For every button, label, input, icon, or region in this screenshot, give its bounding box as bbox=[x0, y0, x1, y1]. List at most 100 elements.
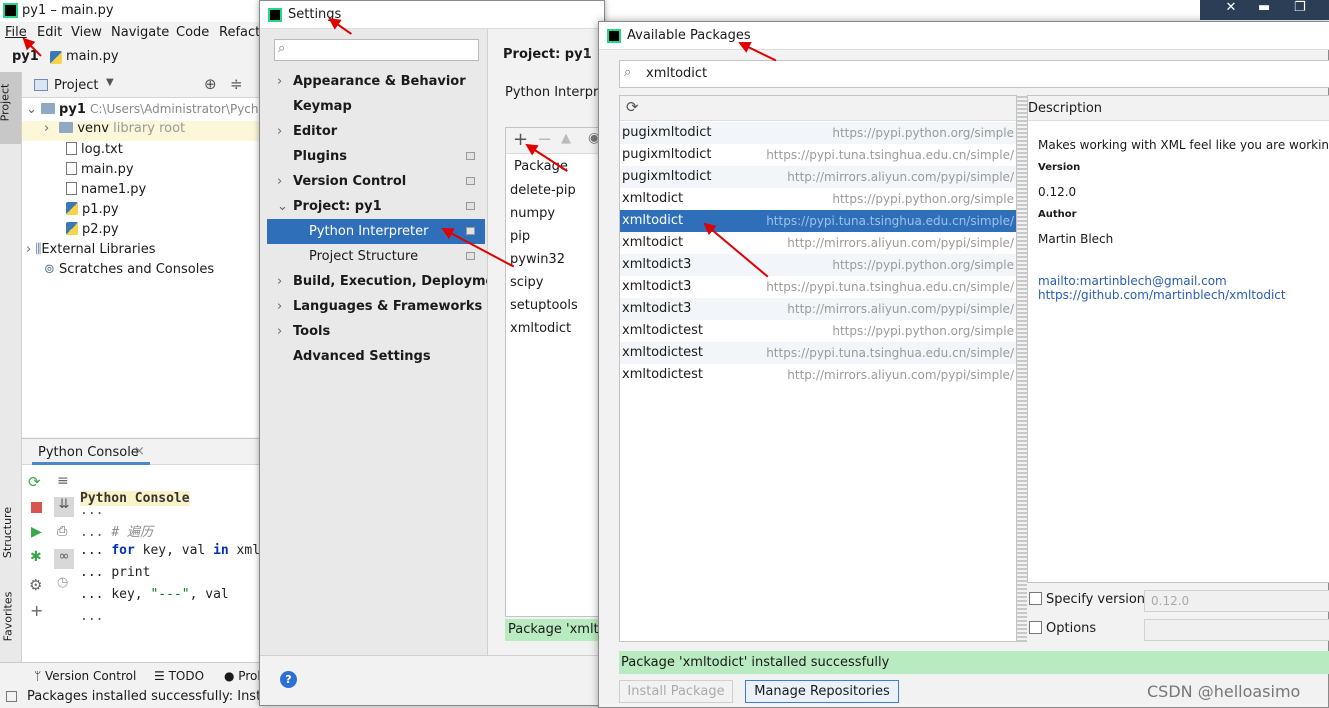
settings-item-project-structure[interactable]: Project Structure bbox=[267, 244, 485, 269]
specify-version-checkbox[interactable]: Specify version bbox=[1029, 592, 1145, 607]
history-icon[interactable]: ◷ bbox=[57, 575, 68, 590]
tree-root[interactable]: ⌄ py1 C:\Users\Administrator\Pycha bbox=[26, 102, 270, 122]
package-row[interactable]: xmltodict http://mirrors.aliyun.com/pypi/… bbox=[620, 232, 1016, 254]
menu-edit[interactable]: Edit bbox=[37, 25, 62, 40]
package-row[interactable]: xmltodict3 https://pypi.python.org/simple bbox=[620, 254, 1016, 276]
menu-code[interactable]: Code bbox=[176, 25, 209, 40]
help-icon[interactable]: ? bbox=[280, 671, 297, 688]
python-file-icon bbox=[66, 222, 78, 235]
homepage-link[interactable]: https://github.com/martinblech/xmltodict bbox=[1038, 288, 1286, 302]
package-description: Description Makes working with XML feel … bbox=[1027, 95, 1329, 583]
stop-icon[interactable] bbox=[31, 502, 42, 513]
email-link[interactable]: mailto:martinblech@gmail.com bbox=[1038, 274, 1227, 288]
scroll-end-icon[interactable]: ⇊ bbox=[54, 497, 74, 517]
content-heading: Project: py1 bbox=[503, 47, 592, 62]
add-icon[interactable]: + bbox=[30, 601, 43, 620]
close-icon[interactable]: × bbox=[134, 444, 145, 459]
locate-icon[interactable]: ⊕ bbox=[204, 75, 217, 93]
installed-package-row[interactable]: delete-pip bbox=[510, 183, 576, 198]
options-checkbox[interactable]: Options bbox=[1029, 621, 1096, 636]
installed-package-row[interactable]: pywin32 bbox=[510, 252, 565, 267]
installed-package-row[interactable]: setuptools bbox=[510, 298, 578, 313]
package-repository: https://pypi.tuna.tsinghua.edu.cn/simple… bbox=[766, 214, 1014, 228]
tab-version-control[interactable]: ᛘ Version Control bbox=[34, 669, 136, 683]
package-row[interactable]: xmltodictest http://mirrors.aliyun.com/py… bbox=[620, 364, 1016, 386]
project-scope-icon bbox=[466, 152, 475, 160]
rerun-icon[interactable]: ⟳ bbox=[28, 473, 41, 491]
tree-file-p1[interactable]: p1.py bbox=[66, 202, 119, 217]
tree-scratches[interactable]: ⊚ Scratches and Consoles bbox=[44, 262, 214, 277]
print-icon[interactable]: ⎙ bbox=[57, 524, 67, 539]
tab-project[interactable]: Project bbox=[0, 72, 21, 144]
tab-problems[interactable]: ● Prol bbox=[224, 669, 261, 683]
installed-package-row[interactable]: pip bbox=[510, 229, 530, 244]
options-field[interactable] bbox=[1144, 619, 1329, 641]
chevron-down-icon[interactable]: ▼ bbox=[106, 77, 114, 88]
breadcrumb-file[interactable]: main.py bbox=[66, 49, 119, 64]
tree-file-name1[interactable]: name1.py bbox=[66, 182, 146, 197]
package-row[interactable]: xmltodictest https://pypi.python.org/simp… bbox=[620, 320, 1016, 342]
close-icon[interactable]: ✕ bbox=[1212, 0, 1250, 20]
settings-item-plugins[interactable]: Plugins bbox=[267, 144, 485, 169]
refresh-icon[interactable]: ⟳ bbox=[626, 98, 639, 116]
settings-item-version-control[interactable]: › Version Control bbox=[267, 169, 485, 194]
console-line: ... bbox=[80, 609, 104, 624]
tab-structure[interactable]: Structure bbox=[0, 500, 21, 570]
manage-repositories-button[interactable]: Manage Repositories bbox=[745, 680, 899, 703]
package-row[interactable]: xmltodict https://pypi.tuna.tsinghua.edu.… bbox=[620, 210, 1016, 232]
splitter[interactable] bbox=[1017, 95, 1027, 642]
version-value: 0.12.0 bbox=[1038, 185, 1077, 199]
debug-icon[interactable]: ✱ bbox=[30, 549, 42, 565]
package-row[interactable]: pugixmltodict https://pypi.python.org/sim… bbox=[620, 122, 1016, 144]
settings-item-appearance-behavior[interactable]: › Appearance & Behavior bbox=[267, 69, 485, 94]
menu-navigate[interactable]: Navigate bbox=[111, 25, 169, 40]
settings-item-keymap[interactable]: Keymap bbox=[267, 94, 485, 119]
tree-file-p2[interactable]: p2.py bbox=[66, 222, 119, 237]
author-label: Author bbox=[1038, 209, 1077, 220]
tab-favorites[interactable]: Favorites bbox=[0, 584, 21, 652]
package-row[interactable]: xmltodict https://pypi.python.org/simple bbox=[620, 188, 1016, 210]
tree-venv[interactable]: › venv library root bbox=[22, 121, 270, 141]
package-row[interactable]: xmltodictest https://pypi.tuna.tsinghua.e… bbox=[620, 342, 1016, 364]
installed-package-row[interactable]: scipy bbox=[510, 275, 543, 290]
tab-todo[interactable]: ☰ TODO bbox=[154, 669, 204, 683]
package-row[interactable]: pugixmltodict http://mirrors.aliyun.com/p… bbox=[620, 166, 1016, 188]
package-row[interactable]: xmltodict3 http://mirrors.aliyun.com/pypi… bbox=[620, 298, 1016, 320]
settings-search-input[interactable]: ⌕ bbox=[274, 39, 479, 61]
tab-python-console[interactable]: Python Console bbox=[38, 445, 139, 460]
settings-icon[interactable]: ⚙ bbox=[29, 576, 42, 594]
package-name: xmltodictest bbox=[622, 345, 703, 360]
collapse-icon[interactable]: ≑ bbox=[230, 75, 243, 93]
settings-item-build-execution-deployment[interactable]: › Build, Execution, Deployment bbox=[267, 269, 510, 294]
settings-item-editor[interactable]: › Editor bbox=[267, 119, 485, 144]
menu-view[interactable]: View bbox=[71, 25, 102, 40]
package-search-input[interactable]: ⌕ xmltodict bbox=[619, 60, 1329, 88]
package-row[interactable]: xmltodict3 https://pypi.tuna.tsinghua.edu… bbox=[620, 276, 1016, 298]
package-row[interactable]: pugixmltodict https://pypi.tuna.tsinghua.… bbox=[620, 144, 1016, 166]
settings-item-project-py1[interactable]: ⌄ Project: py1 bbox=[267, 194, 485, 219]
minimize-icon[interactable]: ▬ bbox=[1258, 0, 1270, 15]
status-bar: ᛘ Version Control ☰ TODO ● Prol Packages… bbox=[0, 662, 293, 708]
installed-package-row[interactable]: numpy bbox=[510, 206, 555, 221]
installed-package-row[interactable]: xmltodict bbox=[510, 321, 571, 336]
tree-file-main[interactable]: main.py bbox=[66, 162, 134, 177]
pycharm-logo-icon bbox=[3, 3, 18, 18]
settings-item-tools[interactable]: › Tools bbox=[267, 319, 485, 344]
remove-package-icon[interactable]: − bbox=[537, 129, 552, 150]
soft-wrap-icon[interactable]: ≡ bbox=[57, 473, 69, 489]
tree-external-libraries[interactable]: › ⫼External Libraries bbox=[26, 242, 156, 257]
available-packages-dialog: Available Packages ⌕ xmltodict ⟳ pugixml… bbox=[598, 21, 1329, 708]
python-file-icon bbox=[66, 162, 77, 175]
install-package-button[interactable]: Install Package bbox=[619, 680, 733, 703]
maximize-icon[interactable]: ❐ bbox=[1294, 0, 1306, 15]
project-panel-title[interactable]: Project bbox=[54, 78, 98, 93]
console-line: ... # 遍历 bbox=[80, 525, 153, 540]
run-icon[interactable]: ▶ bbox=[31, 524, 42, 540]
tree-file-log[interactable]: log.txt bbox=[66, 142, 123, 157]
settings-item-advanced-settings[interactable]: Advanced Settings bbox=[267, 344, 485, 369]
variables-icon[interactable]: ∞ bbox=[54, 549, 74, 569]
upgrade-package-icon[interactable]: ▲ bbox=[561, 131, 571, 146]
navigation-bar: py1 main.py bbox=[0, 44, 270, 72]
specify-version-field[interactable]: 0.12.0 bbox=[1144, 590, 1329, 612]
settings-item-languages-frameworks[interactable]: › Languages & Frameworks bbox=[267, 294, 485, 319]
